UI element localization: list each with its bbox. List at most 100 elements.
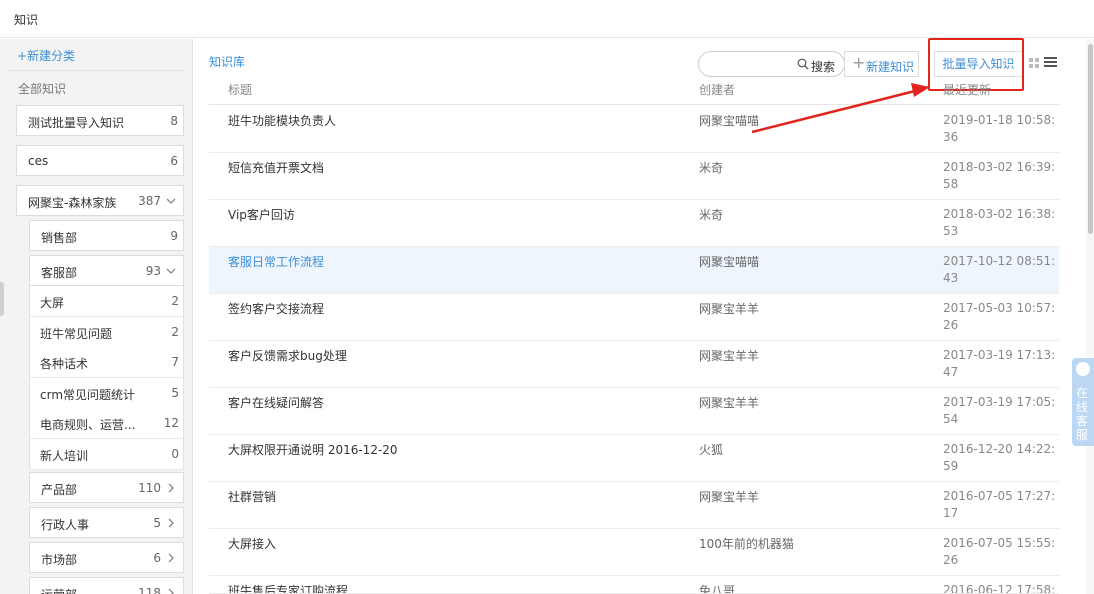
- table-row[interactable]: 班牛售后专家订购流程 兔八哥 2016-06-12 17:58:0: [209, 576, 1059, 594]
- row-title[interactable]: 社群营销: [228, 488, 276, 505]
- table-header: 标题 创建者 最近更新: [209, 79, 1059, 105]
- sub-category-item[interactable]: 大屏 2: [29, 286, 184, 317]
- chevron-right-icon[interactable]: [165, 587, 177, 594]
- sub-category-label: 大屏: [40, 296, 65, 310]
- sidebar-divider: [8, 70, 185, 71]
- sub-category-count: 93: [145, 264, 161, 278]
- chevron-right-icon[interactable]: [165, 517, 177, 529]
- sidebar-collapse-handle[interactable]: [0, 282, 4, 316]
- chevron-right-icon[interactable]: [165, 482, 177, 494]
- chevron-down-icon[interactable]: [165, 195, 177, 207]
- row-title[interactable]: 客服日常工作流程: [228, 253, 324, 270]
- column-updated: 最近更新: [943, 83, 992, 97]
- chevron-right-icon[interactable]: [165, 552, 177, 564]
- row-updated: 2018-03-02 16:38:53: [943, 207, 1056, 238]
- row-title[interactable]: 班牛功能模块负责人: [228, 112, 336, 129]
- category-item-expanded[interactable]: 网聚宝-森林家族 387: [16, 185, 184, 216]
- table-row[interactable]: Vip客户回访 米奇 2018-03-02 16:38:53: [209, 200, 1059, 247]
- sub-category-item-expanded[interactable]: 客服部 93: [29, 255, 184, 286]
- sub-category-item[interactable]: 各种话术 7: [29, 347, 184, 378]
- search-input[interactable]: 搜索: [698, 51, 845, 77]
- sub-category-label: 行政人事: [41, 518, 90, 532]
- search-icon[interactable]: [797, 58, 809, 70]
- category-label: 测试批量导入知识: [28, 116, 125, 130]
- table-row[interactable]: 签约客户交接流程 网聚宝羊羊 2017-05-03 10:57:26: [209, 294, 1059, 341]
- row-updated: 2017-10-12 08:51:43: [943, 254, 1056, 285]
- sub-category-count: 5: [153, 516, 161, 530]
- sub-category-count: 2: [171, 325, 179, 339]
- sub-category-item[interactable]: 行政人事 5: [29, 507, 184, 538]
- table-row-active[interactable]: 客服日常工作流程 网聚宝喵喵 2017-10-12 08:51:43: [209, 247, 1059, 294]
- row-title[interactable]: 客户反馈需求bug处理: [228, 347, 347, 364]
- category-item[interactable]: ces 6: [16, 145, 184, 176]
- sub-category-item[interactable]: 新人培训 0: [29, 439, 184, 470]
- online-support-tab[interactable]: 在线客服: [1072, 358, 1094, 446]
- new-knowledge-button[interactable]: + 新建知识: [844, 51, 919, 77]
- sub-category-item[interactable]: 运营部 118: [29, 577, 184, 594]
- table-row[interactable]: 班牛功能模块负责人 网聚宝喵喵 2019-01-18 10:58:36: [209, 106, 1059, 153]
- row-creator: 网聚宝羊羊: [699, 302, 760, 316]
- row-updated: 2016-07-05 17:27:17: [943, 489, 1056, 520]
- scrollbar-thumb[interactable]: [1088, 44, 1093, 234]
- sub-category-label: 运营部: [41, 586, 77, 594]
- sub-category-count: 12: [163, 416, 179, 430]
- sub-category-count: 6: [153, 551, 161, 565]
- sub-category-label: 客服部: [41, 266, 78, 280]
- category-sidebar: +新建分类 全部知识 测试批量导入知识 8 ces 6 网聚宝-森林家族 387…: [0, 39, 193, 594]
- row-updated: 2016-12-20 14:22:59: [943, 442, 1056, 473]
- sub-category-label: 市场部: [41, 553, 78, 567]
- grid-view-icon[interactable]: [1029, 58, 1039, 68]
- plus-icon: +: [852, 53, 866, 72]
- all-knowledge-label[interactable]: 全部知识: [18, 80, 66, 97]
- row-updated: 2017-05-03 10:57:26: [943, 301, 1056, 332]
- search-label[interactable]: 搜索: [811, 58, 835, 75]
- sub-category-item[interactable]: 销售部 9: [29, 220, 184, 251]
- table-row[interactable]: 客户反馈需求bug处理 网聚宝羊羊 2017-03-19 17:13:47: [209, 341, 1059, 388]
- row-title[interactable]: 班牛售后专家订购流程: [228, 582, 348, 593]
- row-updated: 2019-01-18 10:58:36: [943, 113, 1056, 144]
- column-creator: 创建者: [699, 83, 736, 97]
- table-row[interactable]: 客户在线疑问解答 网聚宝羊羊 2017-03-19 17:05:54: [209, 388, 1059, 435]
- category-label: ces: [28, 154, 49, 168]
- breadcrumb[interactable]: 知识库: [209, 53, 245, 70]
- row-creator: 网聚宝喵喵: [699, 255, 760, 269]
- row-title[interactable]: Vip客户回访: [228, 206, 295, 223]
- row-title[interactable]: 大屏接入: [228, 535, 276, 552]
- chevron-down-icon[interactable]: [165, 265, 177, 277]
- category-count: 8: [170, 114, 178, 128]
- row-title[interactable]: 短信充值开票文档: [228, 159, 324, 176]
- row-title[interactable]: 大屏权限开通说明 2016-12-20: [228, 441, 398, 458]
- row-updated: 2016-07-05 15:55:26: [943, 536, 1056, 567]
- row-creator: 100年前的机器猫: [699, 537, 794, 551]
- list-view-icon[interactable]: [1044, 56, 1057, 68]
- row-creator: 网聚宝喵喵: [699, 114, 760, 128]
- sub-category-count: 5: [171, 386, 179, 400]
- row-updated: 2016-06-12 17:58:0: [943, 583, 1056, 594]
- sub-category-count: 118: [138, 586, 161, 594]
- sub-category-count: 7: [171, 355, 179, 369]
- sub-category-count: 0: [171, 447, 179, 461]
- category-item[interactable]: 测试批量导入知识 8: [16, 105, 184, 136]
- page-title: 知识: [14, 13, 39, 27]
- table-row[interactable]: 大屏接入 100年前的机器猫 2016-07-05 15:55:26: [209, 529, 1059, 576]
- sub-category-count: 9: [170, 229, 178, 243]
- category-count: 6: [170, 154, 178, 168]
- sub-category-item[interactable]: 电商规则、运营... 12: [29, 408, 184, 439]
- sub-category-item[interactable]: 班牛常见问题 2: [29, 317, 184, 348]
- row-title[interactable]: 客户在线疑问解答: [228, 394, 324, 411]
- row-title[interactable]: 签约客户交接流程: [228, 300, 324, 317]
- row-creator: 网聚宝羊羊: [699, 490, 760, 504]
- category-count: 387: [138, 194, 161, 208]
- sub-category-item[interactable]: crm常见问题统计 5: [29, 378, 184, 409]
- table-row[interactable]: 大屏权限开通说明 2016-12-20 火狐 2016-12-20 14:22:…: [209, 435, 1059, 482]
- table-row[interactable]: 社群营销 网聚宝羊羊 2016-07-05 17:27:17: [209, 482, 1059, 529]
- sub-category-item[interactable]: 市场部 6: [29, 542, 184, 573]
- table-row[interactable]: 短信充值开票文档 米奇 2018-03-02 16:39:58: [209, 153, 1059, 200]
- sub-category-count: 110: [138, 481, 161, 495]
- sub-category-label: 电商规则、运营...: [40, 418, 136, 432]
- new-category-link[interactable]: +新建分类: [17, 47, 75, 64]
- row-creator: 兔八哥: [699, 584, 736, 594]
- sub-category-label: 各种话术: [40, 357, 89, 371]
- sub-category-item[interactable]: 产品部 110: [29, 472, 184, 503]
- column-title: 标题: [228, 83, 253, 97]
